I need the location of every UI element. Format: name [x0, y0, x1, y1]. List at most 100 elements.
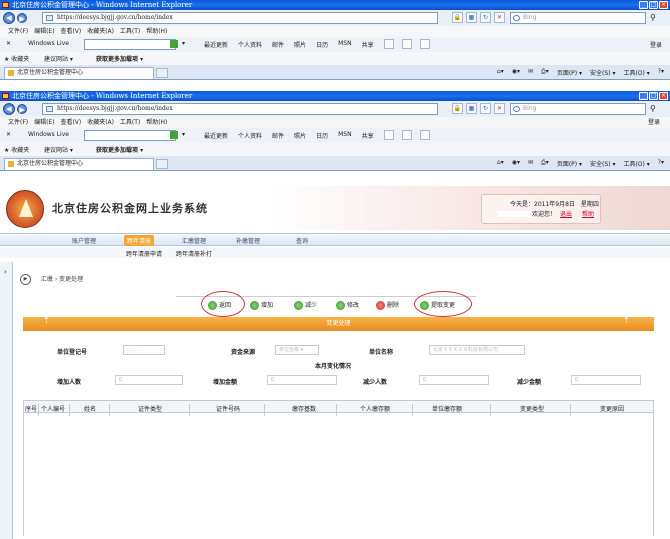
live-item-msn[interactable]: MSN: [338, 40, 351, 49]
home-icon[interactable]: ⌂▾: [497, 159, 504, 168]
stop-icon[interactable]: ✕: [494, 103, 505, 114]
pen-icon[interactable]: [384, 130, 394, 140]
live-search-input[interactable]: [84, 130, 176, 141]
modify-button[interactable]: 修改: [336, 300, 359, 310]
unit-reg-no-input[interactable]: ……: [123, 345, 165, 355]
live-item-share[interactable]: 共享: [362, 131, 374, 140]
mail-icon[interactable]: [402, 39, 412, 49]
logout-link[interactable]: 退出: [560, 209, 572, 218]
live-item-recent[interactable]: 最近更新: [204, 131, 228, 140]
add-amount-input[interactable]: 0: [267, 375, 337, 385]
forward-nav-icon[interactable]: ▶: [17, 104, 27, 114]
reduce-button[interactable]: 减少: [294, 300, 317, 310]
more-addons-link[interactable]: 获取更多加载项 ▾: [96, 54, 143, 63]
search-button[interactable]: ⚲: [650, 104, 656, 113]
live-item-profile[interactable]: 个人资料: [238, 40, 262, 49]
nav-supplement[interactable]: 补缴管理: [236, 236, 260, 245]
close-toolbar-icon[interactable]: ✕: [6, 40, 11, 47]
refresh-icon[interactable]: ↻: [480, 103, 491, 114]
live-search-input[interactable]: [84, 39, 176, 50]
live-item-photos[interactable]: 照片: [294, 131, 306, 140]
compat-icon[interactable]: ▦: [466, 12, 477, 23]
stop-icon[interactable]: ✕: [494, 12, 505, 23]
mail-read-icon[interactable]: ✉: [528, 159, 533, 168]
menu-help[interactable]: 帮助(H): [146, 119, 167, 126]
close-button[interactable]: ×: [659, 1, 668, 9]
nav-remit[interactable]: 汇缴管理: [182, 236, 206, 245]
print-icon[interactable]: ⎙▾: [541, 68, 549, 77]
window-icon[interactable]: [420, 39, 430, 49]
suggested-sites-link[interactable]: 建议网站 ▾: [44, 145, 73, 154]
live-item-mail[interactable]: 邮件: [272, 131, 284, 140]
breadcrumb-root[interactable]: 汇缴: [41, 276, 53, 283]
feeds-icon[interactable]: ◉▾: [512, 68, 520, 77]
close-button[interactable]: ×: [659, 92, 668, 100]
maximize-button[interactable]: □: [649, 1, 658, 9]
page-menu[interactable]: 页面(P) ▾: [557, 68, 582, 77]
help-icon[interactable]: ?▾: [658, 159, 664, 168]
search-input[interactable]: Bing: [510, 12, 646, 24]
live-item-calendar[interactable]: 日历: [316, 40, 328, 49]
nav-account[interactable]: 账户管理: [72, 236, 96, 245]
new-tab-button[interactable]: [156, 159, 168, 169]
browser-tab[interactable]: 北京住房公积金管理中心: [4, 158, 154, 170]
tools-menu[interactable]: 工具(O) ▾: [623, 68, 649, 77]
close-toolbar-icon[interactable]: ✕: [6, 131, 11, 138]
nav-query[interactable]: 查询: [296, 236, 308, 245]
back-nav-icon[interactable]: ◀: [3, 12, 15, 24]
live-item-photos[interactable]: 照片: [294, 40, 306, 49]
live-item-share[interactable]: 共享: [362, 40, 374, 49]
login-link[interactable]: 登录: [648, 117, 660, 128]
mail-read-icon[interactable]: ✉: [528, 68, 533, 77]
help-icon[interactable]: ?▾: [658, 68, 664, 77]
live-search-go-icon[interactable]: [170, 40, 178, 48]
fund-source-select[interactable]: 单位自筹 ▾: [275, 345, 319, 355]
safety-menu[interactable]: 安全(S) ▾: [590, 159, 615, 168]
menu-edit[interactable]: 编辑(E): [34, 28, 54, 35]
maximize-button[interactable]: □: [649, 92, 658, 100]
collapse-sidebar[interactable]: ›: [0, 262, 13, 539]
search-button[interactable]: ⚲: [650, 13, 656, 22]
windows-live-label[interactable]: Windows Live: [28, 131, 69, 138]
reduce-amount-input[interactable]: 0: [571, 375, 641, 385]
menu-view[interactable]: 查看(V): [60, 28, 81, 35]
live-item-recent[interactable]: 最近更新: [204, 40, 228, 49]
live-search-go-icon[interactable]: [170, 131, 178, 139]
menu-view[interactable]: 查看(V): [60, 119, 81, 126]
back-nav-icon[interactable]: ◀: [3, 103, 15, 115]
page-menu[interactable]: 页面(P) ▾: [557, 159, 582, 168]
play-icon[interactable]: ▶: [20, 274, 31, 285]
menu-tools[interactable]: 工具(T): [120, 28, 140, 35]
menu-favorites[interactable]: 收藏夹(A): [87, 119, 114, 126]
browser-tab[interactable]: 北京住房公积金管理中心: [4, 67, 154, 79]
home-icon[interactable]: ⌂▾: [497, 68, 504, 77]
favorites-button[interactable]: ★ 收藏夹: [4, 145, 29, 154]
menu-file[interactable]: 文件(F): [8, 119, 28, 126]
live-item-msn[interactable]: MSN: [338, 131, 351, 140]
login-link[interactable]: 登录: [650, 40, 662, 49]
menu-edit[interactable]: 编辑(E): [34, 119, 54, 126]
lock-icon[interactable]: 🔒: [452, 103, 463, 114]
menu-help[interactable]: 帮助(H): [146, 28, 167, 35]
safety-menu[interactable]: 安全(S) ▾: [590, 68, 615, 77]
help-link[interactable]: 帮助: [582, 209, 594, 218]
live-dropdown-icon[interactable]: ▾: [182, 131, 185, 138]
window-icon[interactable]: [420, 130, 430, 140]
forward-nav-icon[interactable]: ▶: [17, 13, 27, 23]
more-addons-link[interactable]: 获取更多加载项 ▾: [96, 145, 143, 154]
suggested-sites-link[interactable]: 建议网站 ▾: [44, 54, 73, 63]
live-item-mail[interactable]: 邮件: [272, 40, 284, 49]
live-item-profile[interactable]: 个人资料: [238, 131, 262, 140]
add-people-input[interactable]: 0: [115, 375, 183, 385]
pen-icon[interactable]: [384, 39, 394, 49]
compat-icon[interactable]: ▦: [466, 103, 477, 114]
refresh-icon[interactable]: ↻: [480, 12, 491, 23]
windows-live-label[interactable]: Windows Live: [28, 40, 69, 47]
address-input[interactable]: https://deesys.bjgjj.gov.cn/home/index: [42, 103, 438, 115]
address-input[interactable]: https://deesys.bjgjj.gov.cn/home/index: [42, 12, 438, 24]
mail-icon[interactable]: [402, 130, 412, 140]
lock-icon[interactable]: 🔒: [452, 12, 463, 23]
subnav-reprint[interactable]: 跨年清册补打: [176, 249, 212, 258]
live-dropdown-icon[interactable]: ▾: [182, 40, 185, 47]
minimize-button[interactable]: _: [639, 1, 648, 9]
